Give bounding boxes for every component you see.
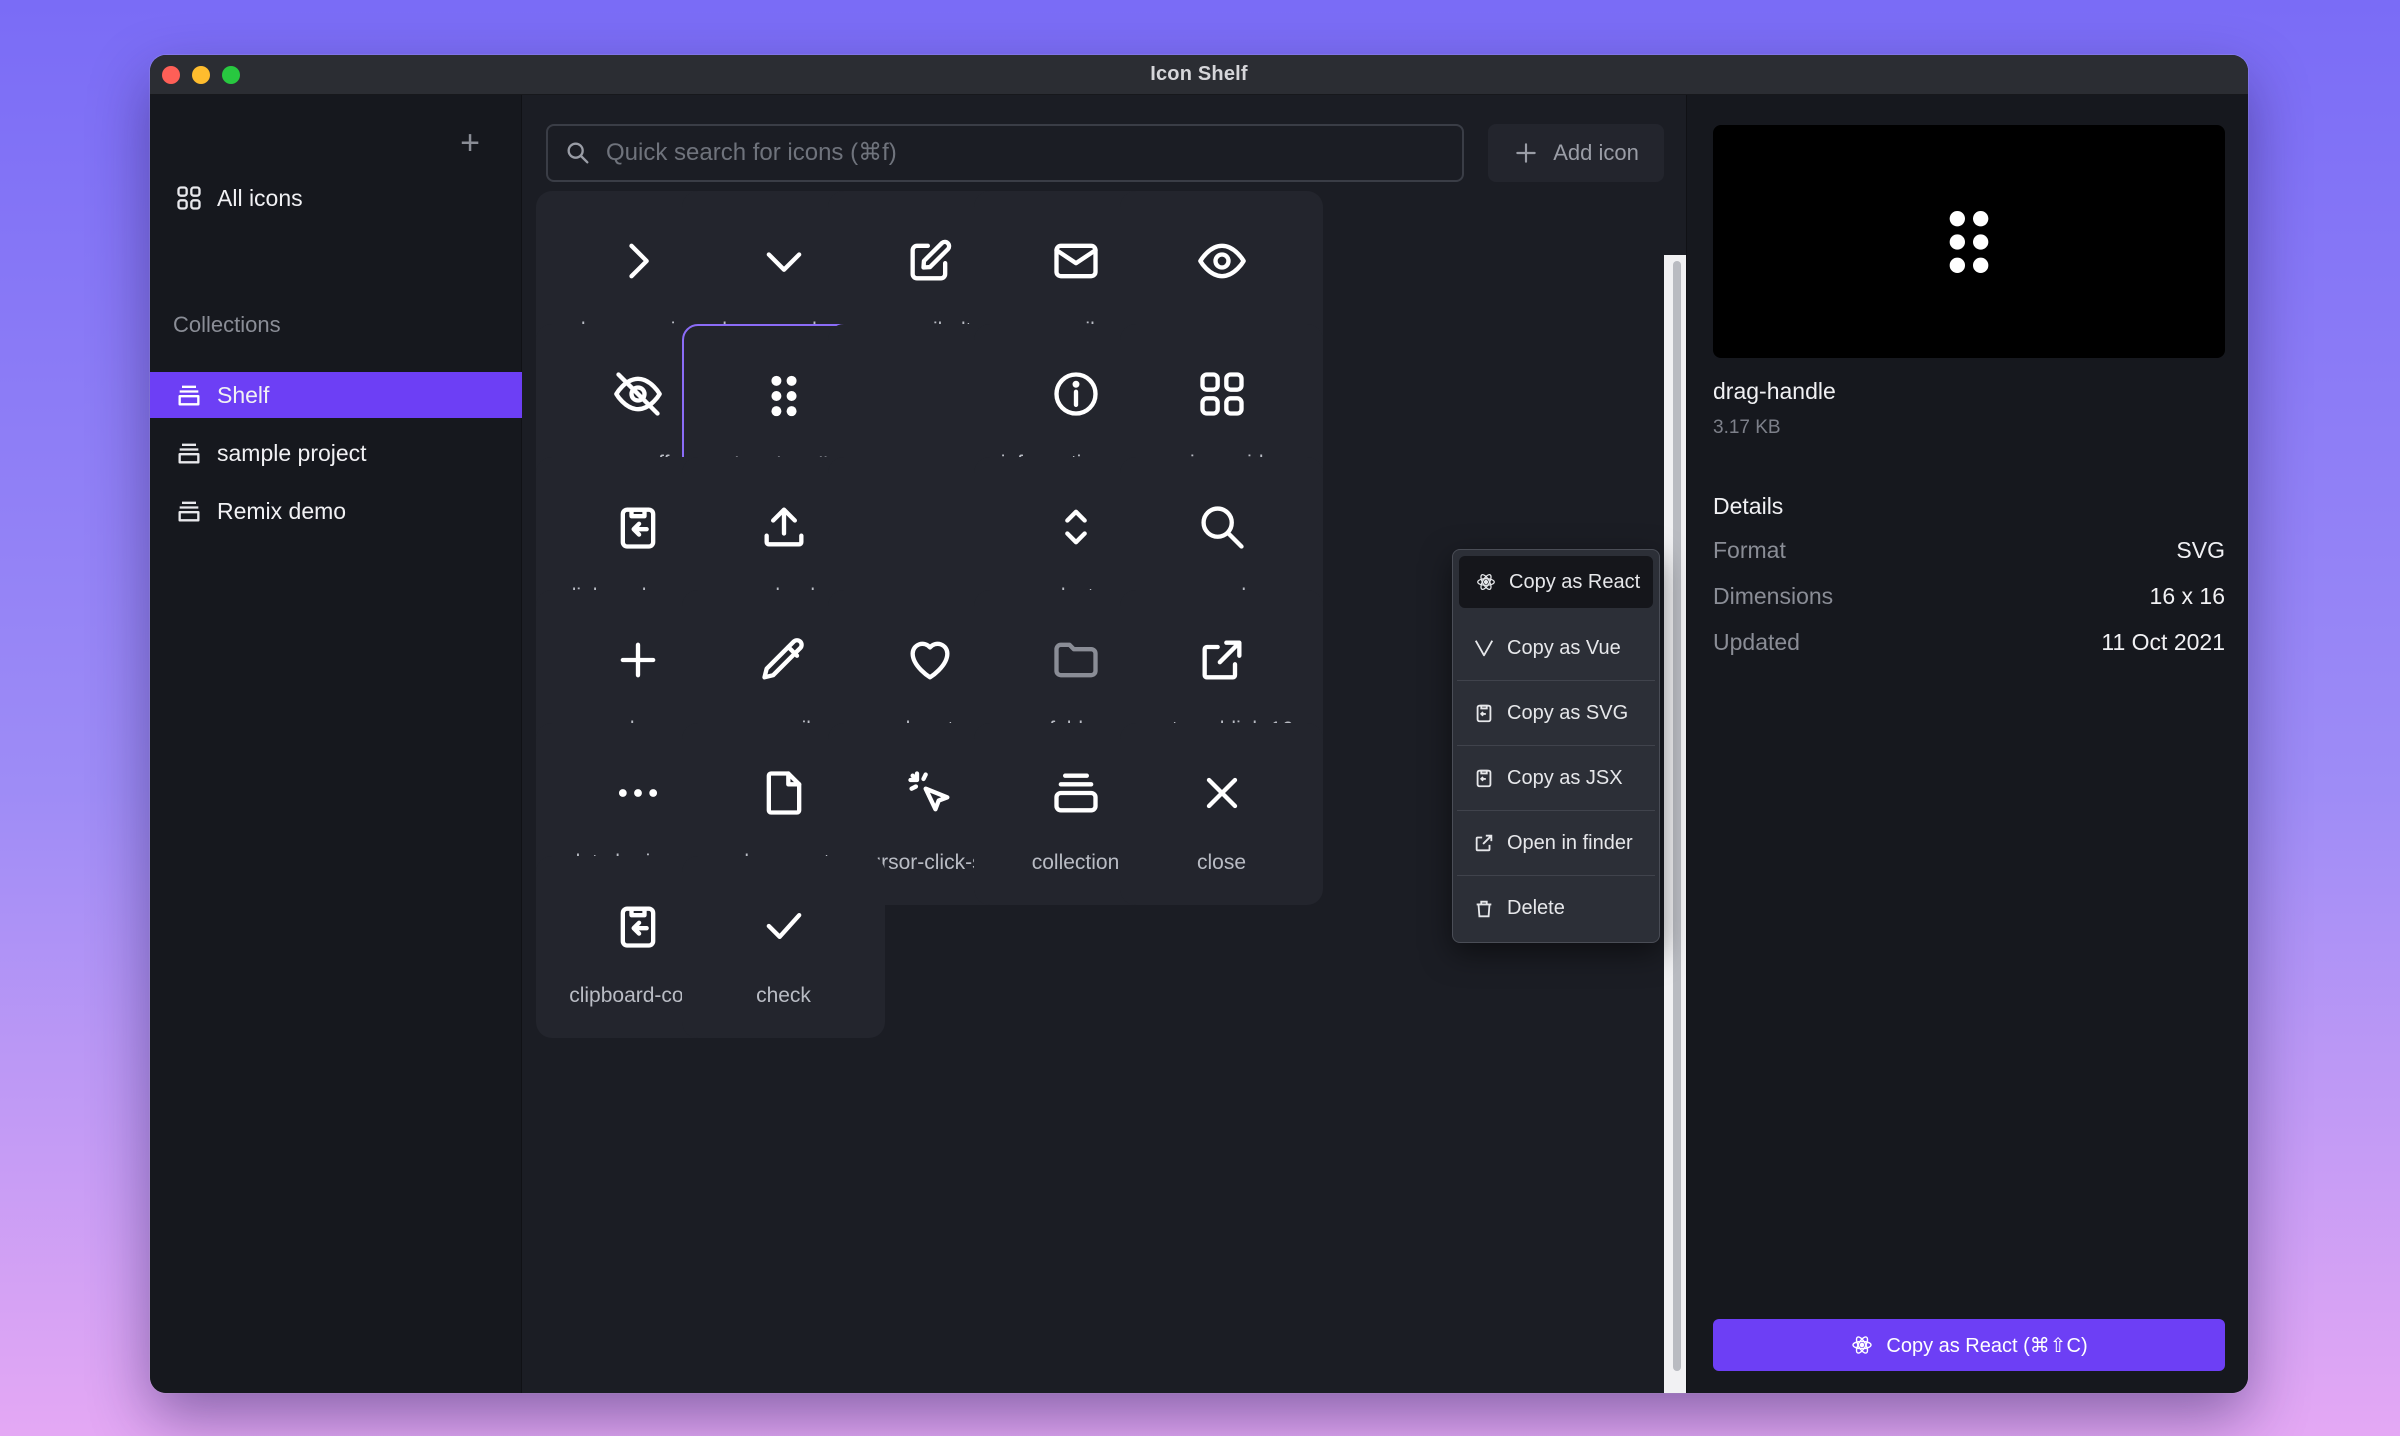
- scrollbar-thumb[interactable]: [1673, 261, 1681, 1371]
- icon-tile-label: check: [756, 984, 811, 1007]
- vue-icon: [1474, 640, 1494, 657]
- view-grid-icon: [177, 186, 201, 210]
- drag-handle-icon: [1949, 210, 1989, 273]
- sidebar-item-remix-demo[interactable]: Remix demo: [150, 488, 522, 534]
- hidden-icon: [904, 501, 956, 553]
- sidebar-item-label: Shelf: [217, 381, 270, 408]
- detail-value: 11 Oct 2021: [2101, 629, 2225, 655]
- maximize-window-button[interactable]: [222, 66, 240, 84]
- icon-tile-close[interactable]: close: [1120, 723, 1323, 905]
- sidebar-item-label: sample project: [217, 439, 367, 466]
- menu-item-label: Copy as SVG: [1507, 701, 1629, 724]
- clipboard-icon: [1476, 704, 1492, 723]
- clipboard-copy-icon: [612, 900, 664, 952]
- sidebar-item-label: Remix demo: [217, 497, 347, 524]
- menu-item-copy-as-react[interactable]: Copy as React: [1459, 556, 1653, 608]
- window-controls: [162, 66, 240, 84]
- folder-icon: [1050, 634, 1102, 686]
- eye-icon: [1196, 235, 1248, 287]
- detail-key: Updated: [1713, 629, 1800, 655]
- view-grid-icon: [1196, 368, 1248, 420]
- search-icon: [1196, 501, 1248, 553]
- menu-item-delete[interactable]: Delete: [1457, 876, 1655, 941]
- menu-item-label: Copy as React: [1509, 570, 1641, 593]
- menu-item-open-in-finder[interactable]: Open in finder: [1457, 811, 1655, 876]
- chevron-right-icon: [612, 235, 664, 287]
- sidebar-item-label: All icons: [217, 184, 303, 211]
- menu-item-copy-as-jsx[interactable]: Copy as JSX: [1457, 746, 1655, 811]
- document-icon: [758, 767, 810, 819]
- pencil-icon: [758, 634, 810, 686]
- plus-icon: [612, 634, 664, 686]
- detail-key: Dimensions: [1713, 583, 1834, 609]
- collection-icon: [178, 443, 200, 464]
- selected-icon-size: 3.17 KB: [1713, 417, 1781, 438]
- title-bar: Icon Shelf: [150, 55, 2248, 95]
- dots-horizontal-icon: [612, 767, 664, 819]
- add-collection-button[interactable]: +: [455, 126, 485, 160]
- external-link-icon: [1196, 634, 1248, 686]
- icon-tile-check[interactable]: check: [682, 856, 885, 1038]
- collections-heading: Collections: [173, 312, 281, 337]
- pencil-alt-icon: [904, 235, 956, 287]
- information-circle-icon: [1050, 368, 1102, 420]
- clipboard-copy-icon: [612, 501, 664, 553]
- external-link-icon: [1475, 834, 1493, 852]
- sidebar-item-all-icons[interactable]: All icons: [150, 175, 522, 221]
- copy-button-label: Copy as React (⌘⇧C): [1886, 1334, 2088, 1357]
- detail-key: Format: [1713, 537, 1786, 563]
- menu-item-label: Open in finder: [1507, 831, 1633, 854]
- trash-icon: [1476, 900, 1492, 917]
- window-title: Icon Shelf: [1150, 63, 1248, 85]
- menu-item-label: Delete: [1507, 897, 1565, 919]
- menu-item-copy-as-vue[interactable]: Copy as Vue: [1457, 616, 1655, 681]
- details-heading: Details: [1713, 493, 1784, 519]
- icon-tile-label: close: [1196, 851, 1247, 874]
- cursor-click-icon: [904, 767, 956, 819]
- minimize-window-button[interactable]: [192, 66, 210, 84]
- upload-icon: [758, 501, 810, 553]
- collection-icon: [1050, 767, 1102, 819]
- sidebar-item-shelf[interactable]: Shelf: [150, 372, 522, 418]
- react-icon: [1852, 1336, 1873, 1354]
- main-content: Add icon cheveron-rightcheveron-downpenc…: [522, 95, 1686, 1393]
- menu-item-label: Copy as Vue: [1507, 636, 1621, 659]
- detail-value: 16 x 16: [2149, 583, 2225, 609]
- check-hidden-icon: [904, 368, 956, 420]
- detail-row-format: Format SVG: [1713, 537, 2225, 564]
- collection-icon: [178, 501, 200, 522]
- selector-icon: [1050, 501, 1102, 553]
- sidebar: + All icons Collections Shelf sample pro…: [150, 95, 522, 1393]
- detail-row-dimensions: Dimensions 16 x 16: [1713, 583, 2225, 610]
- sidebar-item-sample-project[interactable]: sample project: [150, 430, 522, 476]
- chevron-down-icon: [758, 235, 810, 287]
- menu-item-copy-as-svg[interactable]: Copy as SVG: [1457, 681, 1655, 746]
- drag-handle-icon: [758, 370, 810, 422]
- react-icon: [1477, 574, 1495, 590]
- heart-icon: [904, 634, 956, 686]
- close-window-button[interactable]: [162, 66, 180, 84]
- icon-preview: [1713, 125, 2225, 358]
- details-panel: drag-handle 3.17 KB Details Format SVG D…: [1686, 95, 2248, 1393]
- copy-as-react-button[interactable]: Copy as React (⌘⇧C): [1713, 1319, 2225, 1371]
- check-icon: [758, 900, 810, 952]
- context-menu: Copy as React Copy as Vue Copy as SVG Co…: [1452, 549, 1660, 943]
- collection-icon: [178, 385, 200, 406]
- app-window: Icon Shelf + All icons Collections Shelf…: [150, 55, 2248, 1393]
- menu-item-label: Copy as JSX: [1507, 766, 1623, 789]
- detail-row-updated: Updated 11 Oct 2021: [1713, 629, 2225, 656]
- clipboard-icon: [1476, 769, 1492, 788]
- mail-icon: [1050, 235, 1102, 287]
- selected-icon-name: drag-handle: [1713, 378, 1836, 404]
- close-icon: [1196, 767, 1248, 819]
- detail-value: SVG: [2176, 537, 2225, 563]
- eye-off-icon: [612, 368, 664, 420]
